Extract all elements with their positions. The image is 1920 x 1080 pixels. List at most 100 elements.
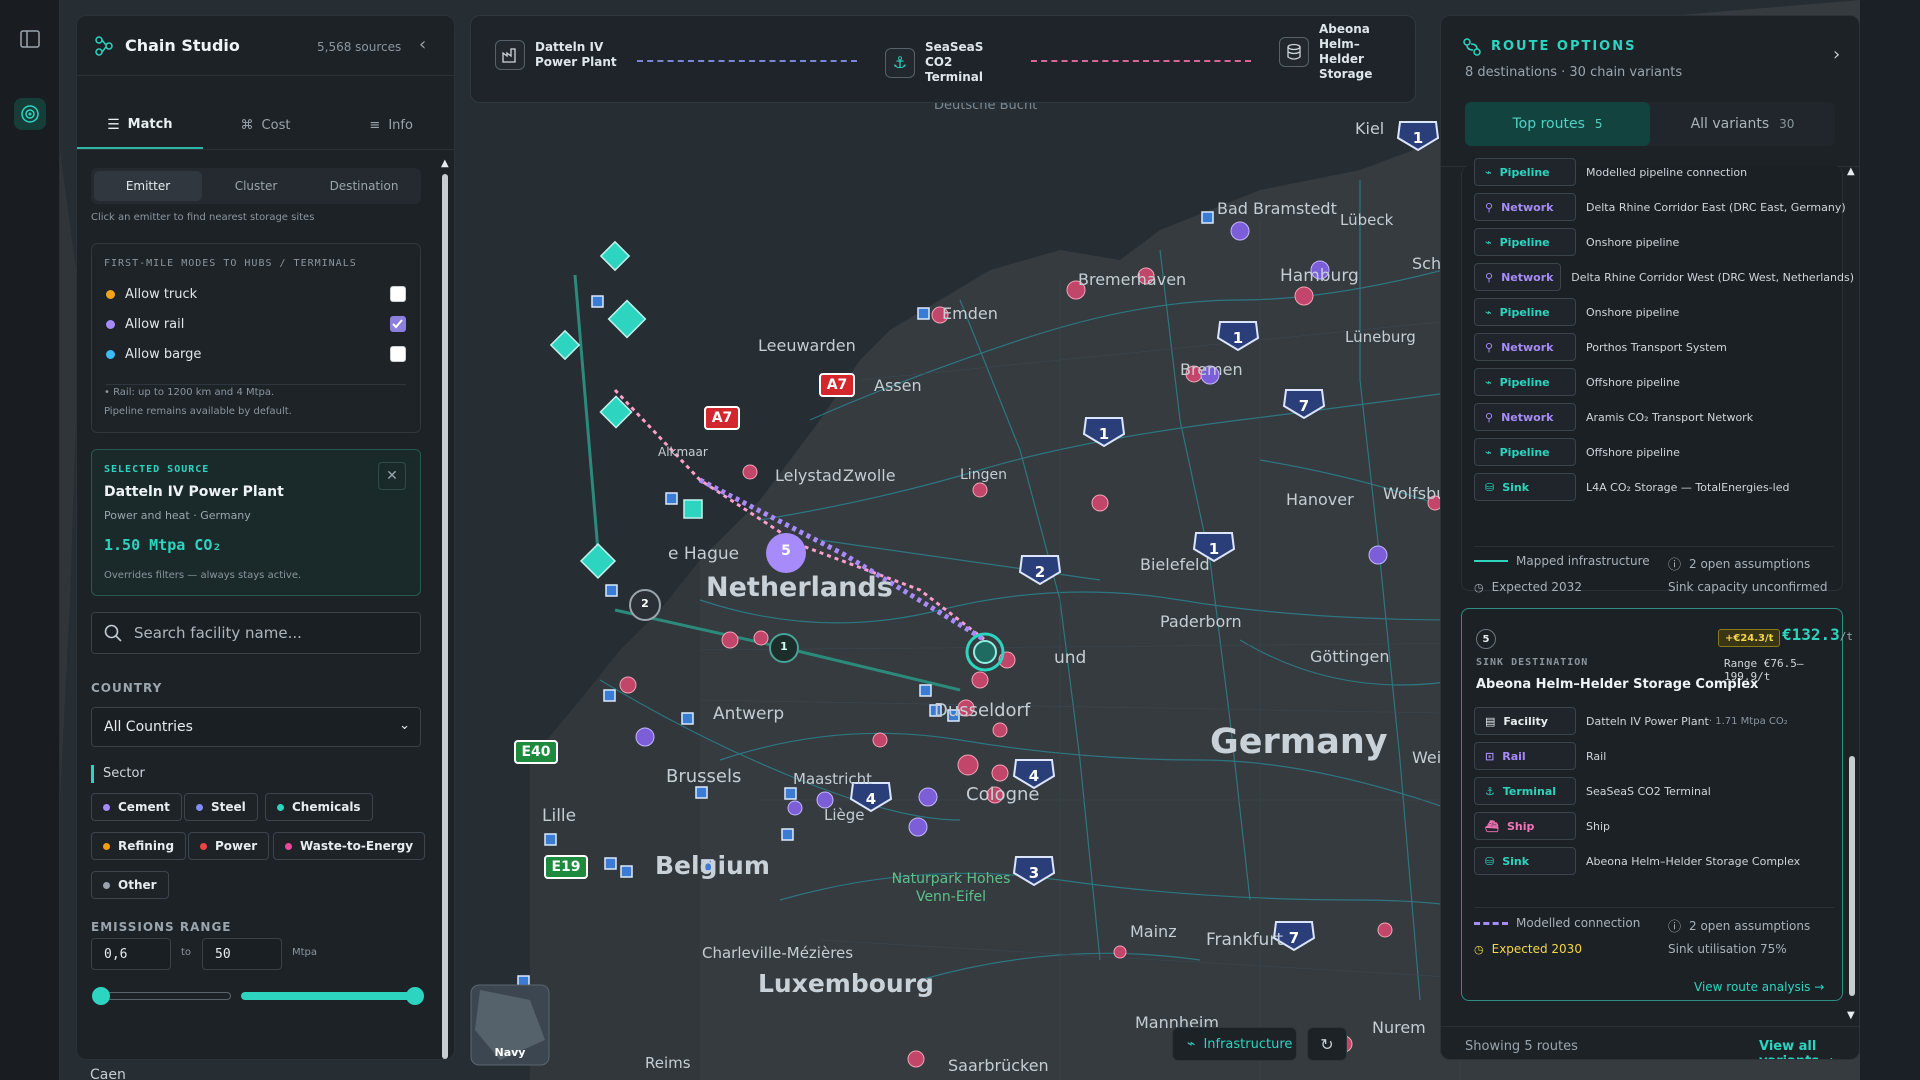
map-label-city: Lingen <box>960 467 1007 483</box>
sidebar-icon <box>20 30 40 48</box>
route-step-tag: ⌁ Pipeline <box>1474 298 1576 326</box>
route-step-row[interactable]: ⚲ Network Delta Rhine Corridor West (DRC W… <box>1474 263 1854 291</box>
price-value: €132.3 <box>1782 625 1840 644</box>
chain-terminal-node[interactable]: ⚓ SeaSeaS CO2 Terminal <box>885 40 995 85</box>
tab-all-variants[interactable]: All variants 30 <box>1650 102 1835 146</box>
chip-dot <box>103 803 110 811</box>
sector-chip-waste-to-energy[interactable]: Waste-to-Energy <box>273 832 426 860</box>
map-label-city: Alkmaar <box>658 445 708 459</box>
emissions-max-input[interactable]: 50 <box>202 938 282 970</box>
allow-truck-row[interactable]: Allow truck <box>106 284 406 304</box>
route-step-type: Facility <box>1503 714 1548 728</box>
minimap[interactable]: Navy <box>471 985 549 1065</box>
panel-tabs: ☰ Match ⌘ Cost ≡ Info <box>77 102 454 150</box>
sector-chip-refining[interactable]: Refining <box>91 832 187 860</box>
route-price: €132.3/t <box>1782 625 1853 644</box>
target-nav-button[interactable] <box>14 98 46 130</box>
tab-top-routes[interactable]: Top routes 5 <box>1465 102 1650 146</box>
allow-truck-checkbox[interactable] <box>390 286 406 302</box>
scroll-down-icon: ▼ <box>1847 1010 1855 1021</box>
segment-cluster[interactable]: Cluster <box>202 171 310 201</box>
infrastructure-label: Infrastructure <box>1203 1036 1293 1052</box>
route-scrollbar[interactable]: ▲ ▼ <box>1845 166 1859 1026</box>
route-tabs: Top routes 5 All variants 30 <box>1465 102 1835 146</box>
route-step-row[interactable]: ⌁ Pipeline Onshore pipeline <box>1474 228 1854 256</box>
collapse-right-button[interactable]: › <box>1833 44 1840 65</box>
route-card-b[interactable]: 5 +€24.3/t €132.3/t Sink destination Ran… <box>1461 608 1853 1001</box>
panel-scrollbar[interactable]: ▲ ▼ <box>438 156 452 1059</box>
route-step-row[interactable]: ⚓ Terminal SeaSeaS CO2 Terminal <box>1474 777 1854 805</box>
sector-chip-chemicals[interactable]: Chemicals <box>265 793 373 821</box>
sector-chip-cement[interactable]: Cement <box>91 793 182 821</box>
database-icon: ⛁ <box>1485 854 1495 868</box>
infrastructure-button[interactable]: ⌁ Infrastructure <box>1172 1027 1297 1061</box>
route-step-row[interactable]: ⛴ Ship Ship <box>1474 812 1854 840</box>
reset-view-button[interactable]: ↻ <box>1307 1027 1347 1061</box>
route-step-tag: ⚲ Network <box>1474 263 1562 291</box>
route-step-row[interactable]: ⊡ Rail Rail <box>1474 742 1854 770</box>
slider-max-handle[interactable] <box>406 987 424 1005</box>
allow-barge-row[interactable]: Allow barge <box>106 344 406 364</box>
segment-emitter[interactable]: Emitter <box>94 171 202 201</box>
sector-accent <box>91 765 94 783</box>
showing-routes: Showing 5 routes <box>1465 1039 1578 1054</box>
tab-match[interactable]: ☰ Match <box>77 102 203 149</box>
route-step-row[interactable]: ⌁ Pipeline Offshore pipeline <box>1474 368 1854 396</box>
chain-link-ship <box>1031 60 1251 62</box>
map-label-city: Hamburg <box>1280 266 1359 286</box>
route-step-tag: ⚓ Terminal <box>1474 777 1576 805</box>
route-step-row[interactable]: ⌁ Pipeline Offshore pipeline <box>1474 438 1854 466</box>
slider-track <box>101 992 231 1000</box>
connection-legend: Modelled connection <box>1474 916 1640 930</box>
view-route-analysis-link[interactable]: View route analysis → <box>1694 980 1824 994</box>
route-step-row[interactable]: ⚲ Network Aramis CO₂ Transport Network <box>1474 403 1854 431</box>
search-icon <box>104 624 122 642</box>
tab-cost[interactable]: ⌘ Cost <box>203 102 329 149</box>
country-select[interactable]: All Countries ⌄ <box>91 707 421 747</box>
emissions-min-input[interactable]: 0,6 <box>91 938 171 970</box>
view-all-variants-link[interactable]: View all variants → <box>1759 1039 1859 1059</box>
route-step-row[interactable]: ▤ Facility Datteln IV Power Plant · 1.71 M… <box>1474 707 1854 735</box>
allow-rail-checkbox[interactable] <box>390 316 406 332</box>
sector-chip-power[interactable]: Power <box>188 832 270 860</box>
slider-min-handle[interactable] <box>92 987 110 1005</box>
allow-barge-checkbox[interactable] <box>390 346 406 362</box>
map-label-city: Reims <box>645 1054 691 1072</box>
route-step-row[interactable]: ⛁ Sink L4A CO₂ Storage — TotalEnergies-led <box>1474 473 1854 501</box>
clear-source-button[interactable]: ✕ <box>378 462 406 490</box>
emissions-range-slider[interactable] <box>91 986 424 1006</box>
route-step-row[interactable]: ⛁ Sink Abeona Helm–Helder Storage Complex <box>1474 847 1854 875</box>
chain-storage-label: Abeona Helm–Helder Storage <box>1319 22 1373 81</box>
option-label: Allow truck <box>125 286 198 302</box>
route-card-a[interactable]: ⌁ Pipeline Modelled pipeline connection ⚲ Ne… <box>1461 158 1854 594</box>
terminal-marker[interactable] <box>683 499 703 519</box>
network-icon: ⚲ <box>1485 410 1494 424</box>
selected-source-note: Overrides filters — always stays active. <box>104 570 302 581</box>
route-step-row[interactable]: ⚲ Network Delta Rhine Corridor East (DRC E… <box>1474 193 1854 221</box>
sidebar-toggle-button[interactable] <box>14 23 46 55</box>
route-options-subtitle: 8 destinations · 30 chain variants <box>1465 65 1683 80</box>
map-label-city: Cologne <box>966 784 1040 805</box>
search-input[interactable]: Search facility name... <box>91 612 421 654</box>
cluster-count[interactable]: 5 <box>766 543 806 563</box>
route-step-row[interactable]: ⚲ Network Porthos Transport System <box>1474 333 1854 361</box>
sector-chip-steel[interactable]: Steel <box>184 793 258 821</box>
sector-chip-other[interactable]: Other <box>91 871 169 899</box>
route-step-row[interactable]: ⌁ Pipeline Onshore pipeline <box>1474 298 1854 326</box>
selected-source-heading: Selected source <box>104 464 210 475</box>
database-icon <box>1279 37 1309 67</box>
chain-storage-node[interactable]: Abeona Helm–Helder Storage <box>1279 22 1379 82</box>
destination-name: Abeona Helm–Helder Storage Complex <box>1476 677 1759 692</box>
tab-info[interactable]: ≡ Info <box>328 102 454 149</box>
route-marker[interactable]: 1 <box>774 640 794 656</box>
chip-label: Other <box>118 878 157 892</box>
route-step-row[interactable]: ⌁ Pipeline Modelled pipeline connection <box>1474 158 1854 186</box>
chain-source-node[interactable]: Datteln IV Power Plant <box>495 40 620 70</box>
target-icon <box>21 105 39 123</box>
route-marker[interactable]: 2 <box>635 597 655 613</box>
collapse-panel-button[interactable]: ‹ <box>419 34 439 56</box>
scroll-thumb[interactable] <box>442 174 448 1059</box>
scroll-thumb[interactable] <box>1849 756 1855 996</box>
allow-rail-row[interactable]: Allow rail <box>106 314 406 334</box>
segment-destination[interactable]: Destination <box>310 171 418 201</box>
